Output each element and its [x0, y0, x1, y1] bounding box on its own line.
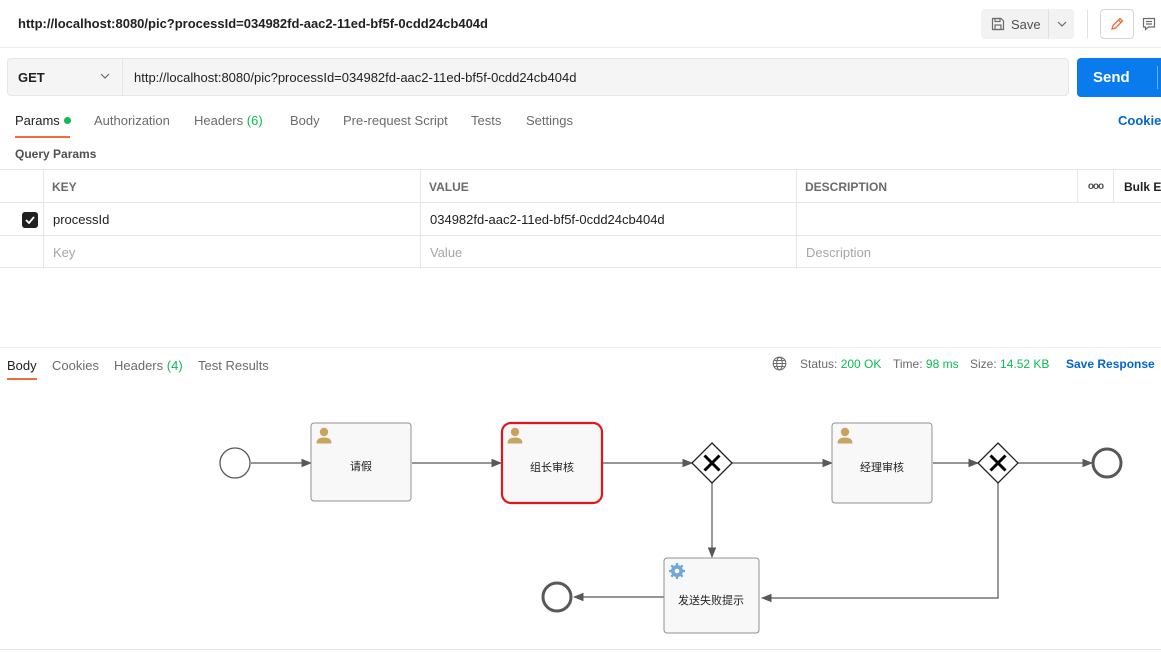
- column-divider: [43, 170, 44, 203]
- response-tab-headers[interactable]: Headers (4): [114, 358, 183, 373]
- comments-button[interactable]: [1136, 9, 1161, 39]
- table-row: processId 034982fd-aac2-11ed-bf5f-0cdd24…: [0, 202, 1161, 236]
- param-description-cell[interactable]: [796, 203, 1161, 236]
- tab-headers-count: (6): [246, 113, 263, 128]
- tab-headers[interactable]: Headers (6): [194, 113, 263, 128]
- request-title[interactable]: http://localhost:8080/pic?processId=0349…: [18, 16, 488, 31]
- tab-params[interactable]: Params: [15, 113, 71, 128]
- response-status: Status: 200 OK: [800, 357, 881, 371]
- send-button[interactable]: Send: [1077, 58, 1161, 97]
- send-split-divider: [1157, 66, 1158, 89]
- new-param-description-input[interactable]: Description: [796, 236, 1161, 269]
- chevron-down-icon: [1057, 21, 1066, 27]
- save-label: Save: [1011, 16, 1041, 32]
- save-response-button[interactable]: Save Response: [1066, 357, 1155, 371]
- new-param-key-input[interactable]: Key: [43, 236, 420, 269]
- tab-authorization[interactable]: Authorization: [94, 113, 170, 128]
- end-event: [1091, 447, 1123, 479]
- param-key-cell[interactable]: processId: [43, 203, 420, 236]
- more-options-icon: ooo: [1087, 181, 1104, 192]
- http-method-value: GET: [18, 69, 45, 85]
- tab-params-label: Params: [15, 113, 60, 128]
- column-header-value: VALUE: [420, 170, 469, 203]
- exclusive-gateway: [977, 442, 1019, 484]
- query-params-table: KEY VALUE DESCRIPTION ooo Bulk Edit proc…: [0, 169, 1161, 269]
- query-params-label: Query Params: [15, 147, 97, 161]
- response-size: Size: 14.52 KB: [970, 357, 1049, 371]
- response-time: Time: 98 ms: [893, 357, 959, 371]
- request-tabs: Params Authorization Headers (6) Body Pr…: [0, 108, 1161, 138]
- task-label: 组长审核: [530, 460, 574, 474]
- user-task-leader-review: 组长审核: [500, 421, 604, 505]
- task-label: 经理审核: [860, 460, 904, 474]
- active-tab-indicator: [15, 136, 70, 138]
- edit-button[interactable]: [1100, 9, 1134, 39]
- service-task-send-failure: 发送失败提示: [663, 557, 760, 634]
- bottom-divider: [0, 649, 1161, 650]
- param-enabled-checkbox[interactable]: [22, 203, 38, 236]
- send-label: Send: [1093, 69, 1130, 86]
- status-value: 200 OK: [840, 357, 882, 371]
- check-icon: [25, 215, 35, 224]
- params-active-dot: [63, 117, 71, 124]
- size-label: Size:: [970, 357, 997, 371]
- tab-settings[interactable]: Settings: [526, 113, 573, 128]
- save-icon: [991, 17, 1005, 31]
- save-options-button[interactable]: [1048, 9, 1074, 39]
- param-value-cell[interactable]: 034982fd-aac2-11ed-bf5f-0cdd24cb404d: [420, 203, 796, 236]
- end-event: [541, 581, 573, 613]
- chevron-down-icon: [100, 73, 110, 79]
- toolbar-divider: [1087, 10, 1088, 38]
- task-label: 发送失败提示: [678, 593, 744, 607]
- response-tab-test-results[interactable]: Test Results: [198, 358, 269, 373]
- response-tab-headers-count: (4): [166, 358, 183, 373]
- task-label: 请假: [350, 459, 372, 473]
- column-header-description: DESCRIPTION: [796, 170, 887, 203]
- start-event: [219, 447, 251, 479]
- comment-icon: [1142, 17, 1155, 31]
- pencil-icon: [1111, 17, 1124, 30]
- new-param-value-input[interactable]: Value: [420, 236, 796, 269]
- url-input[interactable]: http://localhost:8080/pic?processId=0349…: [123, 58, 1069, 96]
- size-value: 14.52 KB: [1000, 357, 1050, 371]
- response-tab-body[interactable]: Body: [7, 358, 37, 373]
- tab-tests[interactable]: Tests: [471, 113, 501, 128]
- cookies-link[interactable]: Cookies: [1118, 113, 1161, 128]
- save-button-group: Save: [981, 9, 1074, 39]
- checkbox-checked: [22, 211, 38, 228]
- response-tab-headers-label: Headers: [114, 358, 164, 373]
- table-row: Key Value Description: [0, 235, 1161, 269]
- status-label: Status:: [800, 357, 838, 371]
- time-value: 98 ms: [925, 357, 959, 371]
- tab-body[interactable]: Body: [290, 113, 320, 128]
- user-task-leave: 请假: [310, 422, 412, 502]
- globe-icon[interactable]: [772, 356, 787, 371]
- active-response-tab-indicator: [7, 378, 37, 380]
- bulk-edit-button[interactable]: Bulk Edit: [1113, 170, 1161, 203]
- tab-headers-label: Headers: [194, 113, 244, 128]
- response-tab-cookies[interactable]: Cookies: [52, 358, 99, 373]
- column-header-key: KEY: [52, 179, 77, 194]
- bpmn-process-diagram: 请假 组长审核 经理审核 发送失败提示: [219, 421, 1123, 634]
- user-task-manager-review: 经理审核: [831, 422, 933, 504]
- save-button[interactable]: Save: [981, 9, 1047, 39]
- request-title-bar: http://localhost:8080/pic?processId=0349…: [0, 0, 1161, 48]
- gear-icon: [669, 563, 685, 579]
- time-label: Time:: [893, 357, 923, 371]
- more-options-button[interactable]: ooo: [1077, 170, 1113, 203]
- http-method-select[interactable]: GET: [7, 58, 123, 96]
- table-header-row: KEY VALUE DESCRIPTION ooo Bulk Edit: [0, 169, 1161, 203]
- tab-pre-request-script[interactable]: Pre-request Script: [343, 113, 448, 128]
- exclusive-gateway: [691, 442, 733, 484]
